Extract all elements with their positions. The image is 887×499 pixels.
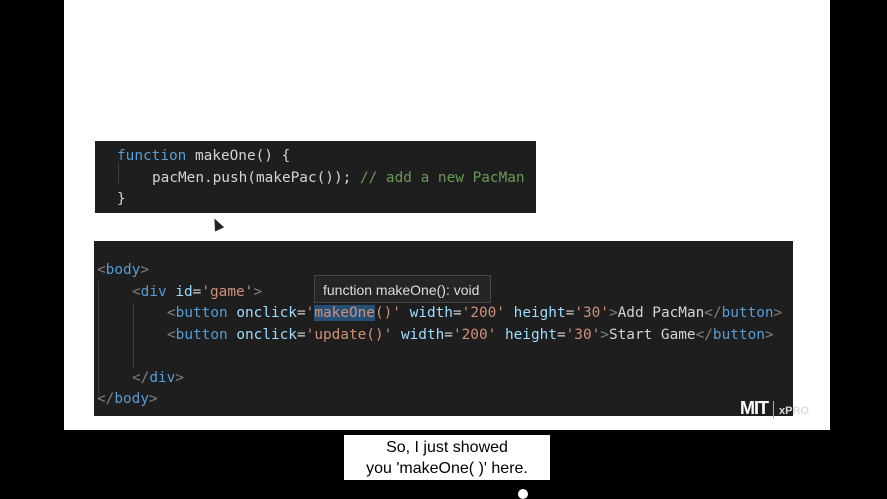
playback-scrubber-handle[interactable] <box>518 489 528 499</box>
code-line: function makeOne() { <box>117 146 290 166</box>
code-line: pacMen.push(makePac()); // add a new Pac… <box>152 168 525 188</box>
caption-line: you 'makeOne( )' here. <box>366 460 528 477</box>
string: '200' <box>461 305 505 321</box>
logo-xpro: xPRO <box>779 405 809 417</box>
attr: id <box>175 284 193 300</box>
code-text: Start Game <box>608 327 696 343</box>
string: '30' <box>574 305 609 321</box>
indent-guide <box>133 303 134 368</box>
hover-tooltip: function makeOne(): void <box>314 275 491 303</box>
indent-guide <box>98 281 99 396</box>
string: ()' <box>374 305 401 321</box>
code-text: makeOne() { <box>186 148 291 164</box>
code-line: </div> <box>132 370 184 386</box>
attr: width <box>409 305 453 321</box>
attr: width <box>400 327 445 343</box>
keyword: function <box>117 148 187 164</box>
indent-guide <box>118 163 119 183</box>
tag: button <box>175 305 228 321</box>
attr: height <box>513 305 566 321</box>
code-line: <div id='game'> <box>132 284 262 300</box>
tag: button <box>712 327 765 343</box>
string: 'update()' <box>305 327 393 343</box>
hovered-function[interactable]: makeOne <box>314 305 375 321</box>
code-line: <button onclick='update()' width='200' h… <box>167 327 774 343</box>
logo-mit: MIT <box>740 398 769 418</box>
code-line: </body> <box>97 391 158 407</box>
tag: div <box>140 284 167 300</box>
code-line: <body> <box>97 262 149 278</box>
tag: button <box>721 305 774 321</box>
mit-xpro-logo: MIT xPRO <box>740 398 809 419</box>
js-code-block: function makeOne() { pacMen.push(makePac… <box>95 141 536 213</box>
tag: div <box>149 370 176 386</box>
attr: height <box>504 327 557 343</box>
code-line: } <box>117 189 126 209</box>
code-line: <button onclick='makeOne()' width='200' … <box>167 305 783 321</box>
tag: body <box>114 391 149 407</box>
attr: onclick <box>236 305 297 321</box>
attr: onclick <box>236 327 297 343</box>
html-code-block: <body> <div id='game'> <button onclick='… <box>94 241 793 416</box>
string: 'game' <box>201 284 254 300</box>
code-text: pacMen.push(makePac()); <box>152 170 352 186</box>
code-text: Add PacMan <box>617 305 705 321</box>
subtitle-caption: So, I just showed you 'makeOne( )' here. <box>344 435 550 480</box>
tag: body <box>105 262 141 278</box>
string: '30' <box>565 327 601 343</box>
string: '200' <box>452 327 497 343</box>
code-text: } <box>117 191 126 207</box>
caption-line: So, I just showed <box>386 439 508 456</box>
tag: button <box>175 327 228 343</box>
code-comment: // add a new PacMan <box>351 170 525 186</box>
